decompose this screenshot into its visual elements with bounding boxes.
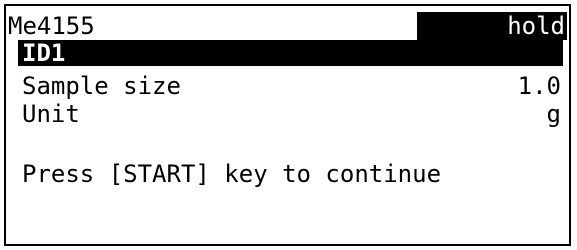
sample-size-label: Sample size [22,72,181,100]
start-prompt: Press [START] key to continue [22,160,442,188]
method-name: Me4155 [8,12,95,40]
id-selection-row[interactable]: ID1 [18,40,563,66]
sample-size-value: 1.0 [517,72,561,100]
unit-value: g [546,100,561,128]
unit-row[interactable]: Unit g [22,100,561,128]
sample-size-row[interactable]: Sample size 1.0 [22,72,561,100]
display-header: Me4155 hold [8,12,567,40]
unit-label: Unit [22,100,80,128]
status-badge: hold [417,12,567,40]
instrument-display: Me4155 hold ID1 Sample size 1.0 Unit g P… [4,4,571,246]
